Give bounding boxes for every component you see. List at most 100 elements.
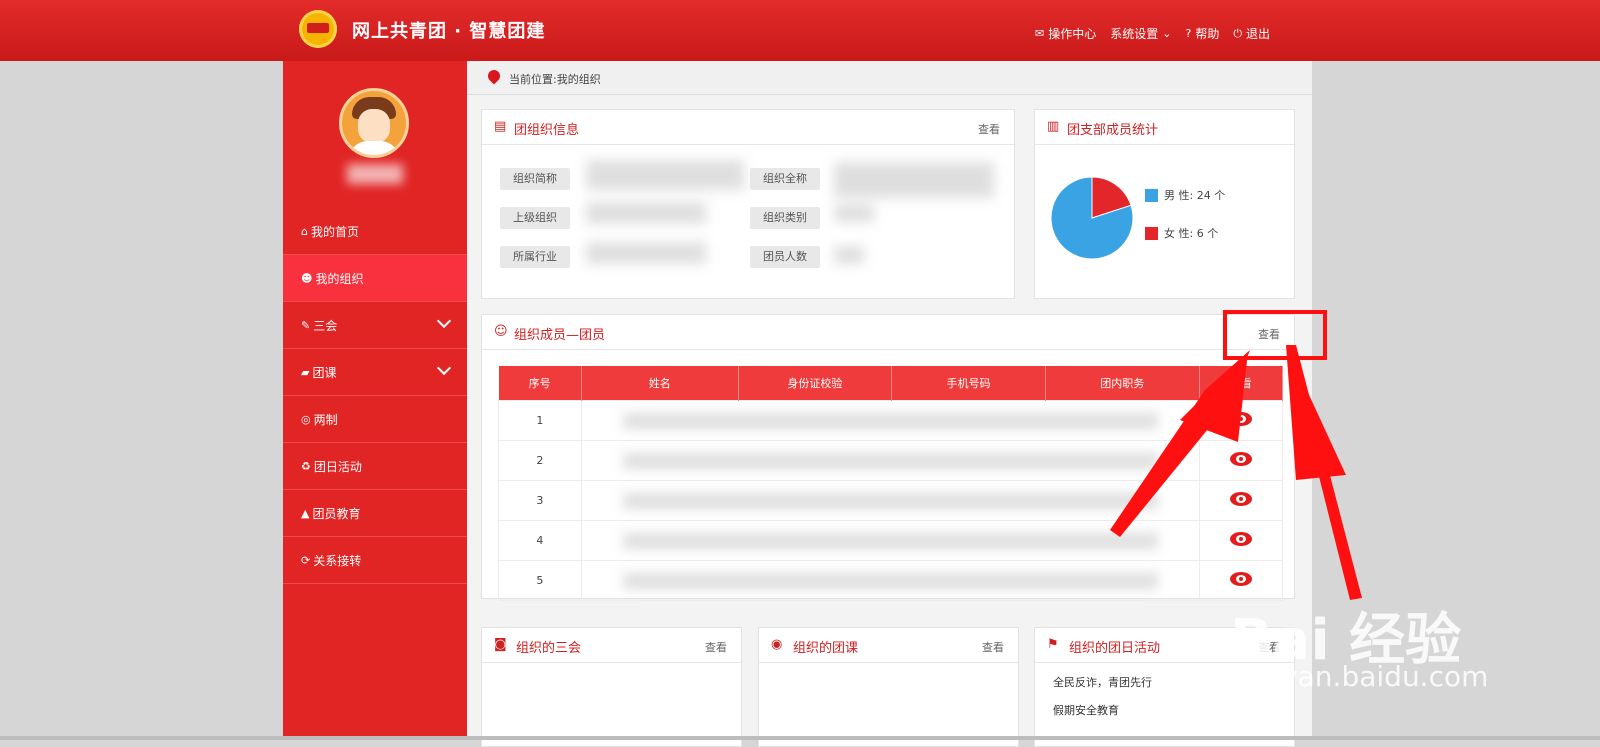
field-value-blurred	[834, 246, 864, 264]
view-cell	[1198, 520, 1284, 561]
help-link[interactable]: ? 帮助	[1185, 25, 1219, 42]
system-settings-label: 系统设置	[1110, 27, 1159, 41]
sidebar-item-home[interactable]: ⌂ 我的首页	[283, 208, 467, 255]
legend-swatch	[1145, 188, 1158, 202]
sidebar-item-my-org[interactable]: ☻ 我的组织	[283, 255, 467, 302]
avatar-body	[348, 141, 400, 155]
table-row: 4	[498, 520, 1284, 561]
brand-title: 网上共青团 · 智慧团建	[352, 21, 546, 42]
edit-icon: ✎	[301, 318, 311, 332]
field-value-blurred	[586, 160, 744, 190]
member-stats-panel: ▥ 团支部成员统计 男 性: 24 个 女 性: 6 个	[1034, 109, 1295, 299]
view-cell	[1198, 400, 1284, 441]
watermark-url: jingyan.baidu.com	[1230, 660, 1489, 693]
avatar[interactable]	[339, 88, 409, 158]
panel-header: ◉ 组织的团课 查看	[759, 628, 1018, 663]
gender-pie-chart	[1050, 176, 1134, 260]
field-value-blurred	[834, 162, 994, 198]
panel-title: 团组织信息	[514, 123, 580, 138]
recycle-icon: ♻	[301, 459, 311, 473]
column-header: 手机号码	[891, 366, 1046, 401]
panel-header: ▤ 团组织信息 查看	[482, 110, 1014, 145]
target-icon: ◎	[301, 412, 311, 426]
power-icon: ⏻	[1233, 26, 1243, 40]
activity-link[interactable]: 假期安全教育	[1053, 702, 1119, 718]
legend-label: 女 性: 6 个	[1164, 227, 1219, 240]
users-icon: ☺	[494, 324, 508, 339]
sidebar-item-label: 三会	[313, 318, 338, 333]
panel-title: 组织的团日活动	[1069, 641, 1161, 656]
flag-icon: ⚑	[1047, 637, 1059, 652]
folder-icon: ▰	[301, 365, 310, 379]
column-header: 姓名	[581, 366, 739, 401]
field-label: 上级组织	[500, 207, 570, 229]
league-emblem-icon	[299, 10, 337, 48]
sidebar-item-label: 两制	[313, 412, 338, 427]
logout-link[interactable]: ⏻ 退出	[1233, 25, 1270, 42]
legend-label: 男 性: 24 个	[1164, 189, 1226, 202]
sidebar-item-three-meetings[interactable]: ✎ 三会	[283, 302, 467, 349]
sidebar-item-member-education[interactable]: ▲ 团员教育	[283, 490, 467, 537]
sidebar-item-label: 团课	[312, 365, 337, 380]
rocket-icon: ◉	[771, 637, 783, 652]
table-row: 5	[498, 560, 1284, 601]
sidebar-item-two-systems[interactable]: ◎ 两制	[283, 396, 467, 443]
column-header: 序号	[498, 366, 582, 401]
sidebar-item-label: 团日活动	[313, 459, 362, 474]
graduation-cap-icon: ▲	[301, 506, 310, 520]
members-table: 序号 姓名 身份证校验 手机号码 团内职务 查看 1 2 3 4 5	[498, 366, 1284, 601]
chevron-down-icon: ⌄	[1162, 27, 1172, 40]
panel-header: ☺ 组织成员—团员 查看	[482, 315, 1294, 350]
legend-swatch	[1145, 226, 1158, 240]
row-index: 1	[498, 400, 582, 441]
main-content: 当前位置:我的组织 ▤ 团组织信息 查看 组织简称 组织全称 上级组织 组织类别…	[467, 61, 1312, 747]
bottom-edge	[0, 736, 1600, 740]
breadcrumb: 当前位置:我的组织	[467, 61, 1312, 95]
top-header: 网上共青团 · 智慧团建 ✉ 操作中心 系统设置 ⌄ ? 帮助 ⏻ 退出	[0, 0, 1600, 61]
column-header: 团内职务	[1045, 366, 1200, 401]
sidebar-item-league-class[interactable]: ▰ 团课	[283, 349, 467, 396]
panel-header: ▥ 团支部成员统计	[1035, 110, 1294, 145]
members-panel: ☺ 组织成员—团员 查看 序号 姓名 身份证校验 手机号码 团内职务 查看 1	[481, 314, 1295, 601]
eye-icon[interactable]	[1229, 572, 1252, 586]
sidebar-item-league-day[interactable]: ♻ 团日活动	[283, 443, 467, 490]
panel-header: ◙ 组织的三会 查看	[482, 628, 741, 663]
field-value-blurred	[586, 202, 706, 224]
sidebar-item-label: 团员教育	[312, 506, 361, 521]
operation-center-link[interactable]: ✉ 操作中心	[1035, 25, 1096, 42]
location-pin-icon	[485, 67, 503, 85]
panel-title: 组织的三会	[516, 641, 582, 656]
view-more-link[interactable]: 查看	[705, 639, 727, 655]
blurred-cells	[580, 480, 1200, 521]
field-label: 组织简称	[500, 168, 570, 190]
view-more-link[interactable]: 查看	[978, 121, 1000, 137]
help-label: 帮助	[1195, 27, 1220, 41]
legend-female: 女 性: 6 个	[1145, 225, 1218, 241]
view-cell	[1198, 480, 1284, 521]
help-icon: ?	[1185, 27, 1192, 40]
view-more-link[interactable]: 查看	[982, 639, 1004, 655]
chevron-down-icon	[436, 313, 452, 329]
blurred-cells	[580, 560, 1200, 601]
blurred-cells	[580, 520, 1200, 561]
eye-icon[interactable]	[1229, 532, 1252, 546]
league-class-panel: ◉ 组织的团课 查看	[758, 627, 1019, 747]
system-settings-dropdown[interactable]: 系统设置 ⌄	[1110, 25, 1171, 42]
field-value-blurred	[834, 204, 874, 222]
eye-icon[interactable]	[1229, 452, 1252, 466]
row-index: 5	[498, 560, 582, 601]
sidebar: ⌂ 我的首页 ☻ 我的组织 ✎ 三会 ▰ 团课 ◎ 两制 ♻ 团日活动 ▲ 团员教育 ⟳ 关系接…	[283, 61, 467, 740]
row-index: 2	[498, 440, 582, 481]
table-row: 3	[498, 480, 1284, 521]
legend-male: 男 性: 24 个	[1145, 187, 1225, 203]
eye-icon[interactable]	[1229, 492, 1252, 506]
field-label: 团员人数	[750, 246, 820, 268]
panel-title: 组织成员—团员	[514, 328, 606, 343]
eye-icon[interactable]	[1229, 412, 1252, 426]
sidebar-item-transfer[interactable]: ⟳ 关系接转	[283, 537, 467, 584]
users-icon: ☻	[301, 271, 313, 285]
activity-link[interactable]: 全民反诈，青团先行	[1053, 674, 1152, 690]
chevron-down-icon	[436, 360, 452, 376]
sidebar-item-label: 我的首页	[310, 224, 359, 239]
field-value-blurred	[586, 242, 706, 264]
